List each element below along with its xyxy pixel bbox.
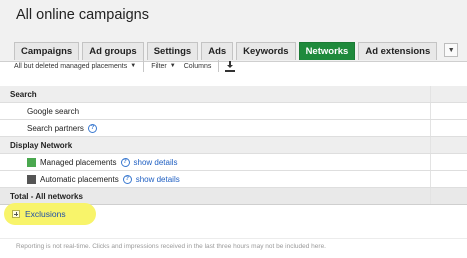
row-label-google-search: Google search [27, 106, 80, 116]
section-label: Search [10, 89, 37, 99]
toolbar-divider [143, 60, 145, 72]
divider [0, 238, 467, 239]
status-filter-label: All but deleted managed placements [14, 62, 128, 70]
filter-dropdown[interactable]: Filter ▼ [147, 59, 180, 73]
page-title: All online campaigns [16, 7, 149, 23]
exclusions-toggle[interactable]: Exclusions [4, 203, 96, 225]
row-label-search-partners: Search partners [27, 123, 84, 133]
show-details-link[interactable]: show details [134, 158, 178, 167]
total-label: Total - All networks [10, 191, 83, 201]
section-header-search: Search [0, 86, 467, 103]
toolbar-divider [218, 60, 220, 72]
show-details-link[interactable]: show details [136, 175, 180, 184]
managed-color-swatch [27, 157, 36, 167]
table-row: Google search [0, 103, 467, 120]
expand-plus-icon [12, 210, 20, 218]
table-row: Automatic placements ? show details [0, 171, 467, 188]
help-icon[interactable]: ? [120, 157, 130, 167]
caret-down-icon: ▼ [130, 63, 137, 69]
reporting-note: Reporting is not real-time. Clicks and i… [16, 243, 326, 250]
row-label-managed-placements: Managed placements [40, 157, 117, 167]
table-row: Search partners ? [0, 120, 467, 137]
toolbar: All but deleted managed placements ▼ Fil… [10, 57, 467, 75]
filter-label: Filter [151, 62, 167, 70]
table-row: Managed placements ? show details [0, 154, 467, 171]
networks-table: Search Google search Search partners ? D… [0, 86, 467, 205]
exclusions-label: Exclusions [25, 209, 66, 219]
columns-label: Columns [183, 62, 212, 70]
section-label: Display Network [10, 140, 73, 150]
help-icon[interactable]: ? [87, 123, 97, 133]
status-filter-dropdown[interactable]: All but deleted managed placements ▼ [10, 59, 140, 73]
download-icon[interactable] [224, 60, 236, 72]
row-label-automatic-placements: Automatic placements [40, 174, 119, 184]
chevron-down-icon[interactable]: ▼ [444, 43, 459, 57]
section-header-display-network: Display Network [0, 137, 467, 154]
automatic-color-swatch [27, 174, 36, 184]
columns-button[interactable]: Columns [180, 59, 216, 73]
help-icon[interactable]: ? [122, 174, 132, 184]
caret-down-icon: ▼ [169, 63, 176, 69]
header-area: All online campaigns Campaigns Ad groups… [0, 0, 467, 62]
